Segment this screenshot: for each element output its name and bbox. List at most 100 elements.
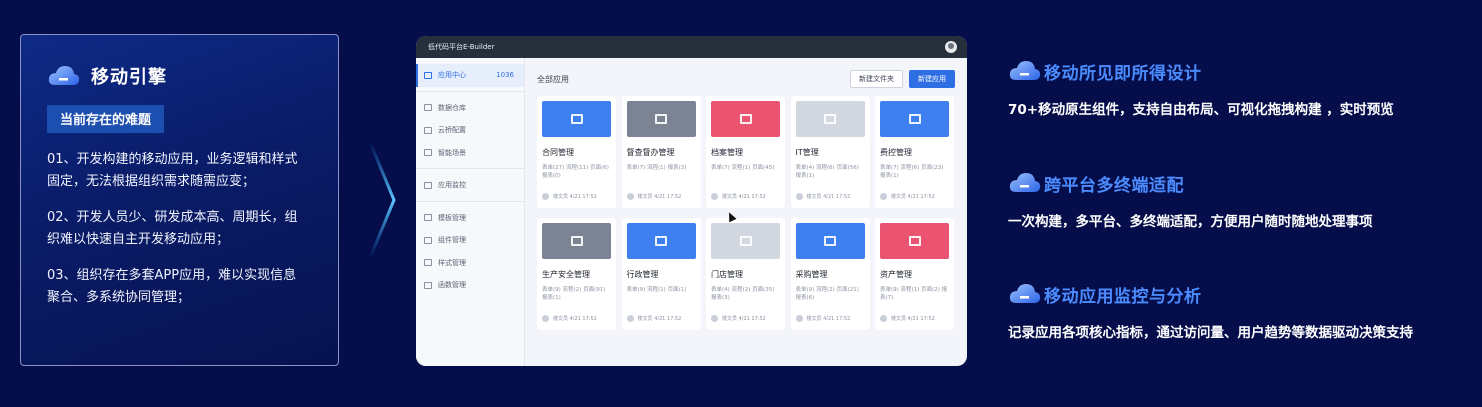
feature-item: 移动应用监控与分析 记录应用各项核心指标，通过访问量、用户趋势等数据驱动决策支持 — [1008, 281, 1413, 341]
asset-icon — [880, 223, 949, 259]
feature-title: 移动应用监控与分析 — [1044, 286, 1202, 307]
sidebar-item-styles[interactable]: 样式管理 — [416, 252, 524, 275]
sidebar-item-label: 智能场景 — [438, 148, 466, 157]
cloud-icon — [1008, 281, 1042, 307]
app-card[interactable]: 行政管理表单(9) 流程(1) 页面(1) 楼文员 4/21 17:52 — [621, 218, 701, 330]
app-card[interactable]: 生产安全管理 表单(9) 流程(2) 页面(91) 报表(1) 楼文员 4/21 1… — [537, 218, 616, 330]
owner-label: 楼文员 4/21 17:52 — [722, 194, 766, 200]
feature-description: 70+移动原生组件，支持自由布局、可视化拖拽构建 ，实时预览 — [1008, 102, 1394, 118]
avatar — [795, 193, 803, 200]
app-card[interactable]: 资产管理 表单(9) 流程(1) 页面(2) 报表(7) 楼文员 4/21 17:5… — [875, 218, 954, 330]
app-card-owner: 楼文员 4/21 17:52 — [880, 315, 935, 322]
user-avatar[interactable] — [945, 41, 957, 53]
cloud-icon — [47, 63, 81, 89]
owner-label: 楼文员 4/21 17:52 — [637, 316, 682, 322]
app-card-owner: 楼文员 4/21 17:52 — [711, 315, 766, 322]
app-card-name: IT管理 — [795, 148, 819, 157]
new-folder-button[interactable]: 新建文件夹 — [850, 70, 903, 88]
app-card-stats: 表单(9) 流程(2) 页面(21) 报表(6) — [795, 287, 859, 301]
owner-label: 楼文员 4/21 17:52 — [553, 194, 597, 200]
panel-header: 移动引擎 — [47, 61, 338, 91]
owner-label: 楼文员 4/21 17:52 — [806, 194, 851, 200]
template-icon — [424, 214, 432, 222]
avatar — [542, 193, 549, 200]
app-card[interactable]: 门店管理 表单(4) 流程(2) 页面(35) 报表(3) 楼文员 4/21 17:… — [706, 218, 785, 330]
app-titlebar: 低代码平台E-Builder — [416, 36, 967, 58]
divider — [416, 90, 524, 92]
problem-item: 02、开发人员少、研发成本高、周期长，组织难以快速自主开发移动应用； — [47, 210, 298, 247]
sidebar-item-templates[interactable]: 模板管理 — [416, 207, 524, 230]
feature-title: 移动所见即所得设计 — [1044, 63, 1202, 84]
sidebar-item-smart-scene[interactable]: 智能场景 — [416, 142, 524, 165]
problem-tag: 当前存在的难题 — [47, 105, 165, 133]
app-card-stats: 表单(7) 流程(6) 页面(23) 报表(1) — [880, 165, 944, 179]
app-card-stats: 表单(7) 流程(1) 报表(3) — [626, 165, 687, 171]
app-card-owner: 楼文员 4/21 17:52 — [795, 193, 851, 200]
sidebar-item-label: 数据仓库 — [438, 103, 466, 112]
sidebar-item-cloud-bridge[interactable]: 云桥配置 — [416, 119, 524, 142]
new-app-button[interactable]: 新建应用 — [909, 70, 955, 88]
owner-label: 楼文员 4/21 17:52 — [891, 316, 935, 322]
app-card[interactable]: 合同管理 表单(27) 流程(11) 页面(6)报表(0) 楼文员 4/21 17:… — [537, 96, 616, 208]
sidebar-item-label: 组件管理 — [438, 236, 466, 245]
it-icon — [795, 101, 865, 137]
sidebar-item-label: 函数管理 — [438, 281, 466, 290]
app-sidebar: 应用中心 1036 数据仓库 云桥配置 智能场景 应用监控 模板管理 组件管理 … — [416, 58, 525, 366]
owner-label: 楼文员 4/21 17:52 — [637, 194, 682, 200]
app-card-owner: 楼文员 4/21 17:52 — [880, 193, 935, 200]
expense-icon — [880, 101, 949, 137]
owner-label: 楼文员 4/21 17:52 — [553, 316, 597, 322]
avatar — [880, 193, 887, 200]
app-card[interactable]: 督查督办管理 表单(7) 流程(1) 报表(3) 楼文员 4/21 17:52 — [621, 96, 701, 208]
app-card-name: 行政管理 — [626, 270, 659, 279]
app-card-name: 档案管理 — [711, 148, 743, 157]
owner-label: 楼文员 4/21 17:52 — [722, 316, 766, 322]
store-icon — [711, 223, 780, 259]
bank-icon — [626, 223, 696, 259]
divider — [416, 168, 524, 169]
sidebar-item-label: 应用监控 — [438, 181, 466, 190]
sidebar-item-app-monitor[interactable]: 应用监控 — [416, 174, 524, 197]
bridge-icon — [424, 126, 432, 134]
app-card-stats: 表单(9) 流程(1) 页面(1) — [626, 287, 687, 293]
style-icon — [424, 259, 432, 267]
sidebar-item-app-center[interactable]: 应用中心 1036 — [416, 64, 524, 87]
app-card-stats: 表单(9) 流程(1) 页面(2) 报表(7) — [880, 287, 948, 301]
app-card-stats: 表单(7) 流程(1) 页面(45) — [711, 165, 775, 171]
app-card[interactable]: 采购管理 表单(9) 流程(2) 页面(21) 报表(6) 楼文员 4/21 17:… — [790, 218, 870, 330]
function-icon — [424, 281, 432, 289]
app-card[interactable]: 档案管理表单(7) 流程(1) 页面(45) 楼文员 4/21 17:52 — [706, 96, 785, 208]
app-card[interactable]: 费控管理 表单(7) 流程(6) 页面(23) 报表(1) 楼文员 4/21 17:… — [875, 96, 954, 208]
app-preview-window: 低代码平台E-Builder 应用中心 1036 数据仓库 云桥配置 智能场景 — [416, 36, 967, 366]
app-card-owner: 楼文员 4/21 17:52 — [542, 193, 597, 200]
problem-list: 01、开发构建的移动应用，业务逻辑和样式固定，无法根据组织需求随需应变； 02、… — [47, 149, 309, 309]
panel-title: 移动引擎 — [91, 67, 167, 88]
app-card-name: 生产安全管理 — [542, 270, 590, 279]
component-icon — [424, 236, 432, 244]
problem-item: 03、组织存在多套APP应用，难以实现信息聚合、多系统协同管理； — [47, 268, 297, 305]
database-icon — [424, 104, 432, 112]
sidebar-item-functions[interactable]: 函数管理 — [416, 274, 524, 297]
app-title: 低代码平台E-Builder — [428, 43, 495, 51]
cloud-icon — [1008, 170, 1042, 196]
feature-description: 一次构建，多平台、多终端适配，方便用户随时随地处理事项 — [1008, 214, 1373, 230]
archive-icon — [711, 101, 780, 137]
sidebar-item-components[interactable]: 组件管理 — [416, 229, 524, 252]
app-card[interactable]: IT管理 表单(4) 流程(6) 页面(56) 报表(1) 楼文员 4/21 17:… — [790, 96, 870, 208]
avatar — [711, 315, 718, 322]
feature-item: 移动所见即所得设计 70+移动原生组件，支持自由布局、可视化拖拽构建 ，实时预览 — [1008, 58, 1394, 118]
app-card-name: 采购管理 — [795, 270, 828, 279]
sidebar-item-count: 1036 — [496, 71, 514, 80]
chevron-right-icon — [368, 141, 396, 259]
avatar — [626, 315, 634, 322]
feature-description: 记录应用各项核心指标，通过访问量、用户趋势等数据驱动决策支持 — [1008, 325, 1413, 341]
app-main: 全部应用 新建文件夹 新建应用 合同管理 表单(27) 流程(11) 页面(6)报… — [525, 58, 967, 366]
avatar — [880, 315, 887, 322]
sidebar-item-data-warehouse[interactable]: 数据仓库 — [416, 97, 524, 120]
app-card-stats: 表单(4) 流程(2) 页面(35) 报表(3) — [711, 287, 775, 301]
sidebar-item-label: 云桥配置 — [438, 126, 466, 135]
app-card-owner: 楼文员 4/21 17:52 — [626, 193, 682, 200]
avatar — [795, 315, 803, 322]
owner-label: 楼文员 4/21 17:52 — [891, 194, 935, 200]
app-card-grid: 合同管理 表单(27) 流程(11) 页面(6)报表(0) 楼文员 4/21 17:… — [537, 96, 955, 330]
